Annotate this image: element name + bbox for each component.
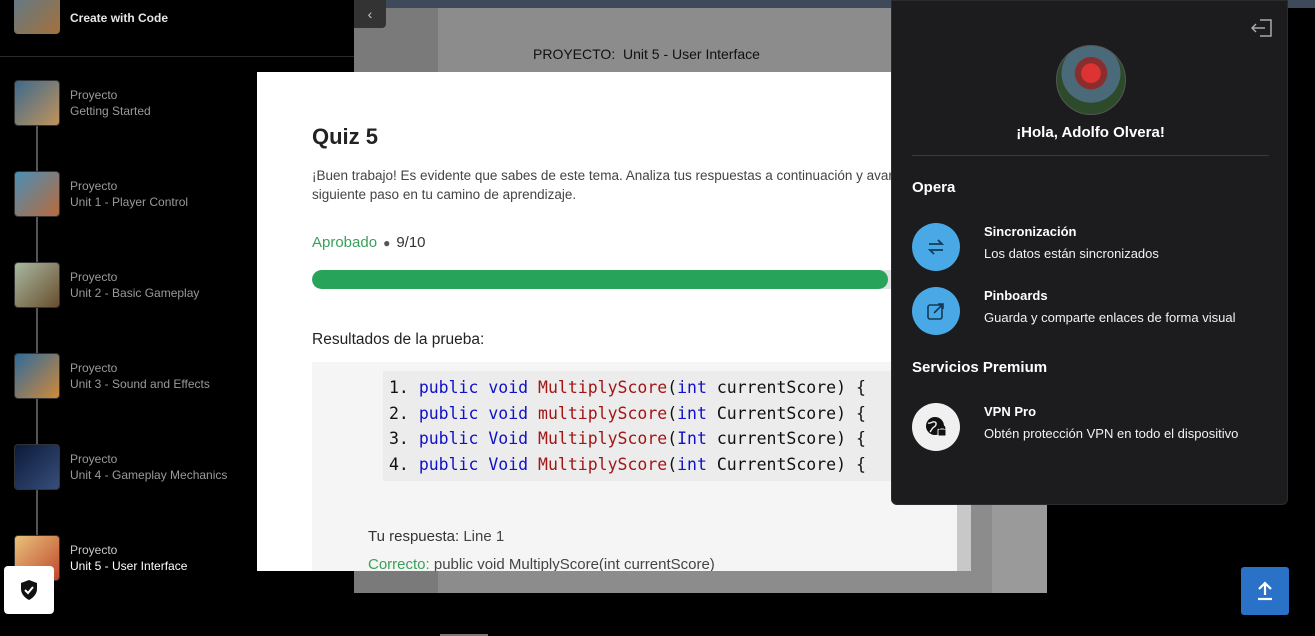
correct-label: Correcto:: [368, 556, 430, 571]
sidebar-item-label: Unit 1 - Player Control: [70, 195, 189, 209]
course-thumbnail: [14, 0, 60, 34]
vpn-pro-subtitle: Obtén protección VPN en todo el disposit…: [984, 426, 1239, 441]
project-thumbnail: [14, 444, 60, 490]
vpn-pro-title: VPN Pro: [984, 404, 1037, 419]
pinboards-subtitle: Guarda y comparte enlaces de forma visua…: [984, 310, 1236, 325]
code-option-line: 3. public Void MultiplyScore(Int current…: [389, 429, 866, 448]
shield-button[interactable]: [4, 566, 54, 614]
sidebar-item-kind: Proyecto: [70, 270, 118, 284]
correct-value: public void MultiplyScore(int currentSco…: [433, 556, 715, 571]
code-option-line: 4. public Void MultiplyScore(int Current…: [389, 454, 866, 474]
course-title: Create with Code: [70, 11, 169, 25]
collapse-sidebar-button[interactable]: ‹: [354, 0, 386, 28]
your-answer-label: Tu respuesta:: [368, 528, 460, 545]
shield-check-icon: [21, 580, 37, 600]
sidebar-header[interactable]: Create with Code: [0, 0, 354, 57]
separator-dot: ●: [383, 236, 391, 250]
answer-card: 1. public void MultiplyScore(int current…: [312, 362, 971, 571]
correct-answer: Correcto: public void MultiplyScore(int …: [368, 556, 715, 571]
sidebar-item-label: Unit 4 - Gameplay Mechanics: [70, 468, 228, 482]
project-thumbnail: [14, 262, 60, 308]
greeting: ¡Hola, Adolfo Olvera!: [1016, 124, 1165, 141]
sidebar-item-kind: Proyecto: [70, 543, 118, 557]
your-answer-value: Line 1: [463, 528, 505, 545]
opera-account-panel: ¡Hola, Adolfo Olvera! Opera Sincronizaci…: [891, 0, 1288, 505]
pinboard-icon: [912, 287, 960, 335]
quiz-status: Aprobado ● 9/10: [312, 234, 426, 251]
results-heading: Resultados de la prueba:: [312, 331, 485, 348]
sidebar-item-kind: Proyecto: [70, 361, 118, 375]
quiz-score: 9/10: [396, 234, 426, 251]
arrow-up-icon: [1258, 581, 1272, 601]
sync-subtitle: Los datos están sincronizados: [984, 246, 1159, 261]
code-option-line: 1. public void MultiplyScore(int current…: [389, 378, 866, 397]
section-opera: Opera: [912, 179, 956, 196]
project-thumbnail: [14, 353, 60, 399]
sidebar-item-label: Unit 2 - Basic Gameplay: [70, 286, 200, 300]
chevron-left-icon: ‹: [367, 6, 373, 22]
sidebar-item-label: Unit 3 - Sound and Effects: [70, 377, 210, 391]
modal-scrollbar[interactable]: [957, 505, 971, 571]
divider: [912, 155, 1269, 156]
your-answer: Tu respuesta: Line 1: [368, 528, 504, 545]
score-progress-bar: [312, 270, 952, 289]
vpn-pro-item[interactable]: VPN Pro Obtén protección VPN en todo el …: [912, 403, 1272, 453]
project-name: Unit 5 - User Interface: [622, 46, 760, 62]
project-thumbnail: [14, 171, 60, 217]
page-edge-inner: [992, 505, 1047, 593]
project-heading: PROYECTO: Unit 5 - User Interface: [533, 46, 760, 62]
vpn-globe-icon: [912, 403, 960, 451]
project-thumbnail: [14, 80, 60, 126]
sync-title: Sincronización: [984, 224, 1077, 239]
quiz-description: ¡Buen trabajo! Es evidente que sabes de …: [312, 168, 925, 202]
sidebar-item-kind: Proyecto: [70, 452, 118, 466]
code-option-line: 2. public void multiplyScore(int Current…: [389, 403, 866, 423]
scroll-to-top-button[interactable]: [1241, 567, 1289, 615]
quiz-modal: Quiz 5 ¡Buen trabajo! Es evidente que sa…: [257, 72, 971, 571]
pinboards-title: Pinboards: [984, 288, 1048, 303]
sidebar-item-kind: Proyecto: [70, 88, 118, 102]
project-label: PROYECTO:: [533, 46, 616, 62]
sync-icon: [912, 223, 960, 271]
code-options: 1. public void MultiplyScore(int current…: [383, 371, 903, 481]
avatar[interactable]: [1056, 45, 1126, 115]
pinboards-item[interactable]: Pinboards Guarda y comparte enlaces de f…: [912, 287, 1272, 337]
quiz-title: Quiz 5: [312, 124, 379, 149]
score-progress-fill: [312, 270, 888, 289]
sync-item[interactable]: Sincronización Los datos están sincroniz…: [912, 223, 1272, 273]
sidebar-item-label: Unit 5 - User Interface: [70, 559, 188, 573]
status-badge: Aprobado: [312, 234, 378, 251]
sidebar-item-kind: Proyecto: [70, 179, 118, 193]
sign-out-icon[interactable]: [1251, 19, 1273, 37]
sidebar-item-label: Getting Started: [70, 104, 151, 118]
section-premium: Servicios Premium: [912, 359, 1048, 376]
